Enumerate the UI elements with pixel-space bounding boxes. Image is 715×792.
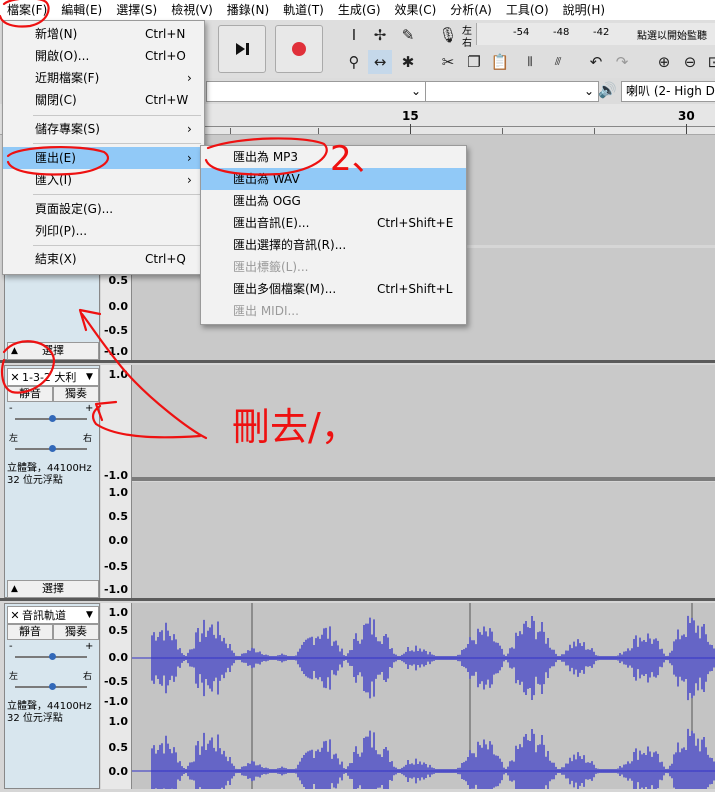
annotation-circle-track-title: [1, 340, 56, 394]
annotation-arrow-2: [91, 404, 202, 439]
annotation-circle-file-menu: [0, 0, 50, 28]
annotation-step-number: 2、: [330, 139, 386, 179]
annotation-arrow-1-head: [78, 308, 102, 332]
annotation-delete-text: 刪去/，: [232, 405, 359, 449]
annotation-arrow-2-head: [94, 400, 118, 422]
annotation-circle-mp3: [204, 137, 328, 176]
annotation-circle-export: [6, 146, 110, 176]
annotation-overlay: 刪去/， 2、: [0, 0, 386, 449]
annotation-arrow-1: [80, 312, 208, 440]
